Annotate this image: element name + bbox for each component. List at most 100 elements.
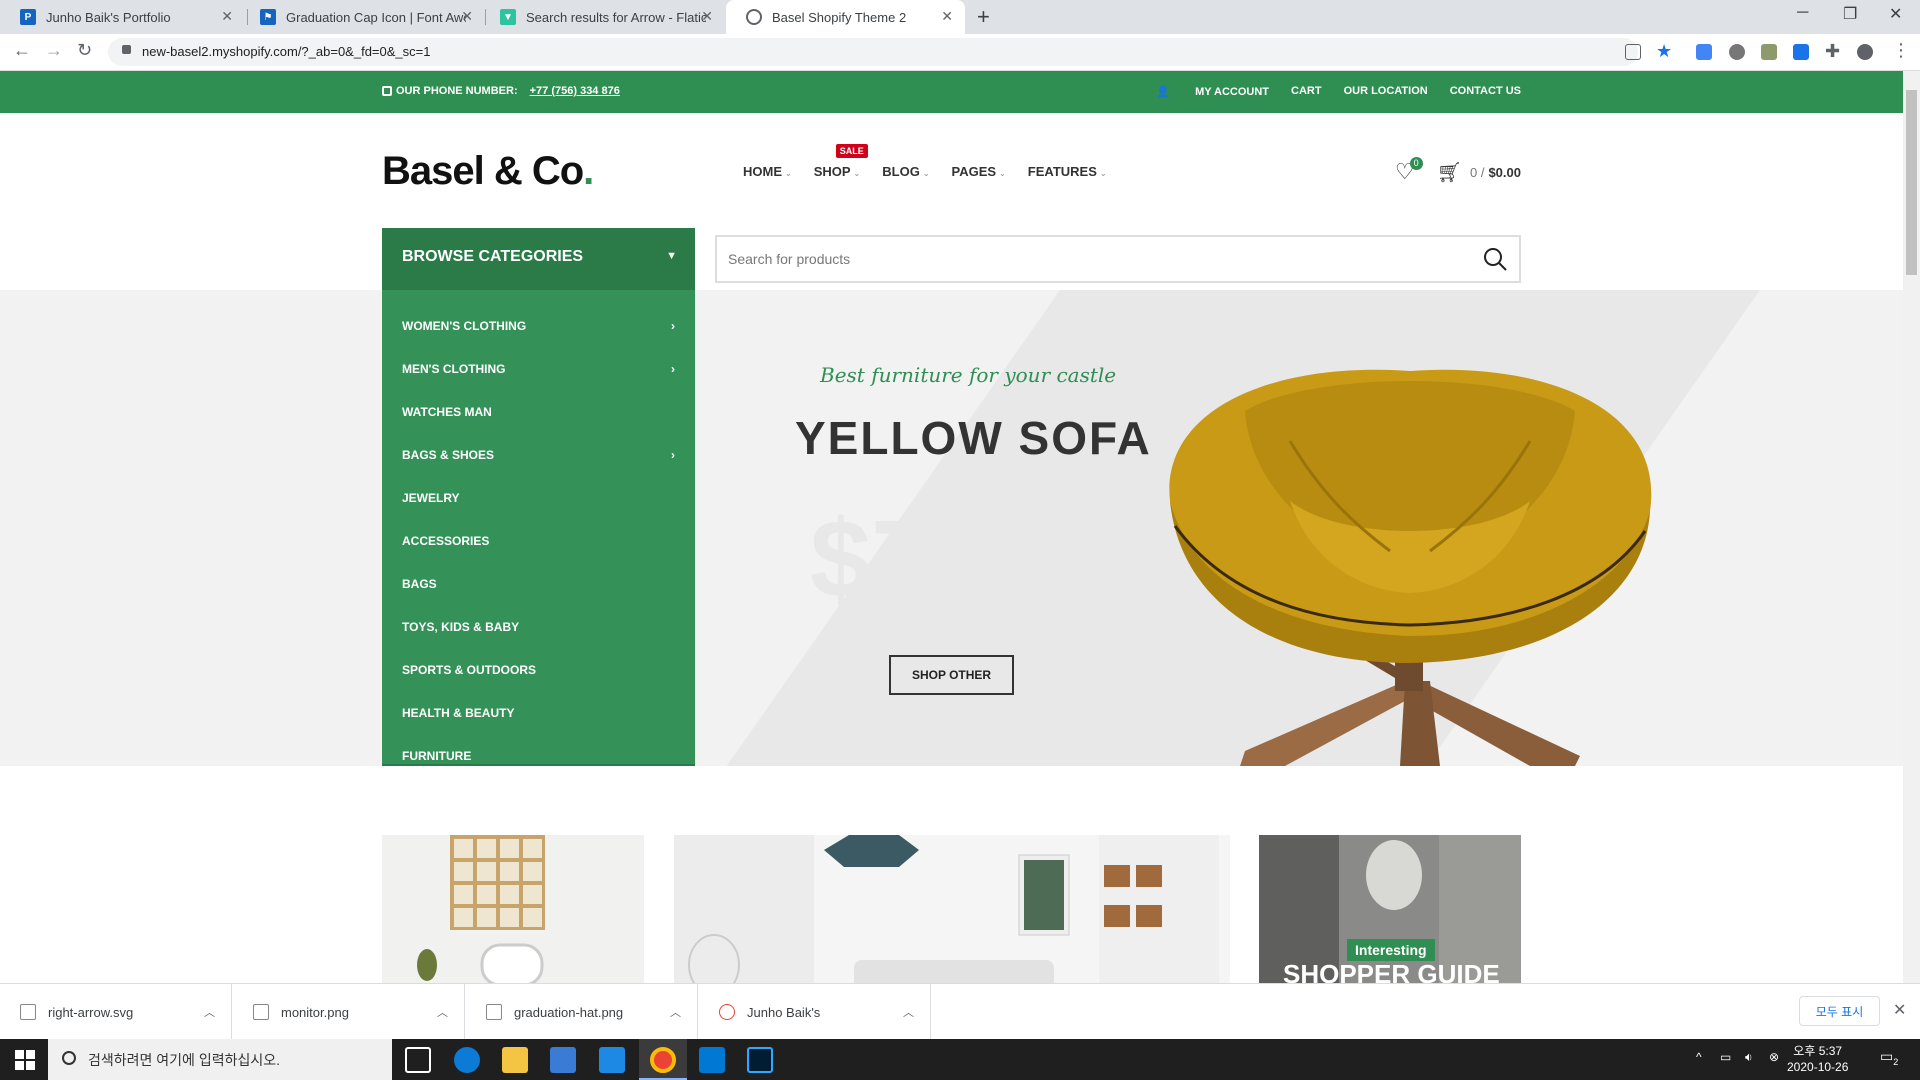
back-arrow-icon[interactable]: ← [13,40,31,61]
file-explorer-icon[interactable] [502,1047,528,1073]
close-downloads-icon[interactable]: ✕ [1893,1000,1906,1020]
close-tab-icon[interactable]: ✕ [461,8,473,25]
category-toys-kids-baby[interactable]: TOYS, KIDS & BABY [382,605,695,648]
category-furniture[interactable]: FURNITURE [382,734,695,777]
tab-font-awesome[interactable]: ⚑ Graduation Cap Icon | Font Awe ✕ [240,0,485,34]
extension-globe-icon[interactable] [1729,44,1745,60]
cart-icon[interactable]: 🛒︎ [1437,160,1462,185]
close-tab-icon[interactable]: ✕ [701,8,713,25]
new-tab-icon[interactable]: + [977,4,990,30]
category-womens-clothing[interactable]: WOMEN'S CLOTHING › [382,304,695,347]
chevron-right-icon: › [671,361,675,376]
lock-icon[interactable] [122,45,131,54]
taskbar-clock[interactable]: 오후 5:37 2020-10-26 [1787,1043,1848,1075]
volume-icon[interactable]: 🔉︎ [1745,1050,1753,1065]
address-bar: ← → ↻ new-basel2.myshopify.com/?_ab=0&_f… [0,34,1920,71]
taskbar-search-input[interactable]: 검색하려면 여기에 입력하십시오. [48,1039,392,1080]
restore-icon[interactable]: ❐ [1843,4,1857,24]
yellow-chair-image[interactable] [1150,351,1670,766]
mail-icon[interactable] [599,1047,625,1073]
microsoft-store-icon[interactable] [550,1047,576,1073]
ime-status-icon[interactable]: ⊗ [1769,1050,1779,1064]
cart-count[interactable]: 0 / [1470,165,1484,180]
my-account-link[interactable]: 👤 MY ACCOUNT [1156,85,1269,98]
vscode-icon[interactable] [699,1047,725,1073]
category-bags[interactable]: BAGS [382,562,695,605]
reload-icon[interactable]: ↻ [77,40,92,61]
search-input[interactable]: Search for products [728,251,850,267]
search-icon [62,1051,76,1065]
nav-label: BLOG [882,164,920,179]
browse-categories-toggle[interactable]: BROWSE CATEGORIES ▼ [382,228,695,290]
extensions-puzzle-icon[interactable]: ✚ [1825,41,1840,62]
download-item[interactable]: monitor.png ︿ [233,984,465,1040]
chevron-up-icon[interactable]: ^ [1696,1050,1702,1064]
windows-start-icon[interactable] [15,1050,35,1070]
download-item[interactable]: Junho Baik's ︿ [699,984,931,1040]
promo-tile-shopper-guide[interactable]: Interesting SHOPPER GUIDE [1259,835,1521,983]
tab-portfolio[interactable]: P Junho Baik's Portfolio ✕ [0,0,245,34]
notification-center-icon[interactable]: ▭2 [1880,1048,1898,1067]
chevron-up-icon[interactable]: ︿ [437,1004,448,1020]
chrome-icon[interactable] [650,1047,676,1073]
nav-home[interactable]: HOME ⌄ [743,164,792,179]
tab-basel-shopify[interactable]: Basel Shopify Theme 2 ✕ [726,0,965,34]
chevron-up-icon[interactable]: ︿ [670,1004,681,1020]
download-item[interactable]: right-arrow.svg ︿ [0,984,232,1040]
close-tab-icon[interactable]: ✕ [221,8,233,25]
show-all-downloads-button[interactable]: 모두 표시 [1799,996,1880,1026]
chevron-up-icon[interactable]: ︿ [903,1004,914,1020]
site-logo[interactable]: Basel & Co. [382,149,594,194]
browser-menu-icon[interactable]: ⋮ [1892,40,1910,61]
category-sports-outdoors[interactable]: SPORTS & OUTDOORS [382,648,695,691]
hero-price: $799 [810,498,1055,621]
url-text[interactable]: new-basel2.myshopify.com/?_ab=0&_fd=0&_s… [142,44,430,59]
nav-blog[interactable]: BLOG ⌄ [882,164,929,179]
photoshop-icon[interactable] [747,1047,773,1073]
nav-label: SHOP [813,164,851,179]
wishlist-button[interactable]: ♡ 0 [1395,157,1423,185]
nav-pages[interactable]: PAGES ⌄ [952,164,1006,179]
category-health-beauty[interactable]: HEALTH & BEAUTY [382,691,695,734]
nav-features[interactable]: FEATURES ⌄ [1028,164,1107,179]
phone-number-link[interactable]: +77 (756) 334 876 [530,85,620,97]
download-item[interactable]: graduation-hat.png ︿ [466,984,698,1040]
category-bags-shoes[interactable]: BAGS & SHOES › [382,433,695,476]
shop-other-button[interactable]: SHOP OTHER [889,655,1014,695]
task-view-icon[interactable] [405,1047,431,1073]
category-watches-man[interactable]: WATCHES MAN [382,390,695,433]
cart-link[interactable]: CART [1291,85,1322,98]
category-jewelry[interactable]: JEWELRY [382,476,695,519]
chevron-up-icon[interactable]: ︿ [204,1004,215,1020]
png-file-icon [253,1004,269,1020]
profile-avatar-icon[interactable] [1857,44,1873,60]
contact-us-link[interactable]: CONTACT US [1450,85,1521,98]
bookmark-star-icon[interactable]: ★ [1656,41,1672,62]
category-label: ACCESSORIES [402,533,490,548]
our-location-link[interactable]: OUR LOCATION [1344,85,1428,98]
tab-flaticon[interactable]: ▼ Search results for Arrow - Flatic ✕ [480,0,725,34]
forward-arrow-icon[interactable]: → [45,40,63,61]
promo-tile-living-room[interactable] [674,835,1230,983]
page-viewport: OUR PHONE NUMBER: +77 (756) 334 876 👤 MY… [0,71,1903,983]
promo-tile-shelf[interactable] [382,835,644,983]
network-icon[interactable]: ▭ [1720,1050,1731,1064]
close-tab-icon[interactable]: ✕ [941,8,953,25]
search-icon[interactable] [1481,245,1509,273]
cart-total[interactable]: $0.00 [1488,165,1521,180]
scrollbar-thumb[interactable] [1906,90,1917,275]
google-translate-extension-icon[interactable] [1696,44,1712,60]
edge-browser-icon[interactable] [454,1047,480,1073]
download-filename: Junho Baik's [747,1004,821,1020]
translate-icon[interactable] [1625,44,1641,60]
hero-headline: YELLOW SOFA [795,412,1152,464]
image-extension-icon[interactable] [1761,44,1777,60]
chrome-file-icon [719,1004,735,1020]
category-accessories[interactable]: ACCESSORIES [382,519,695,562]
category-mens-clothing[interactable]: MEN'S CLOTHING › [382,347,695,390]
minimize-icon[interactable]: ─ [1797,4,1808,22]
category-label: BAGS & SHOES [402,447,495,462]
download-extension-icon[interactable] [1793,44,1809,60]
close-window-icon[interactable]: ✕ [1889,4,1902,24]
nav-shop[interactable]: SALE SHOP ⌄ [813,144,868,179]
